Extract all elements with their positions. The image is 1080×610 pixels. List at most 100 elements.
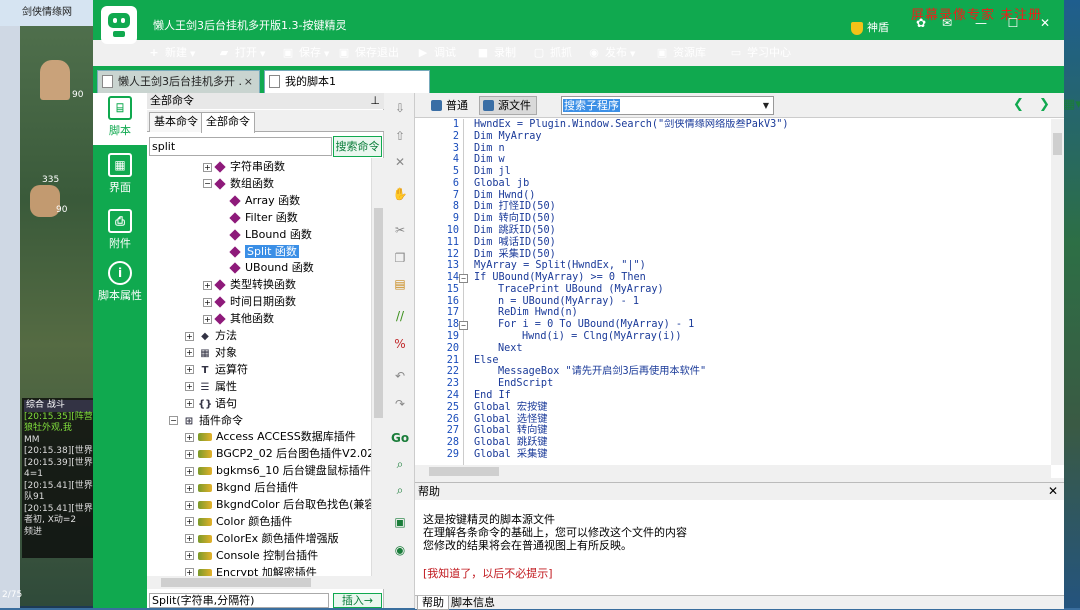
tree-node[interactable]: + BGCP2_02 后台图色插件V2.02[36 [185, 445, 371, 462]
nav-script-properties[interactable]: i 脚本属性 [93, 258, 147, 310]
tab-basic-commands[interactable]: 基本命令 [149, 112, 203, 132]
tree-node[interactable]: + 其他函数 [203, 310, 274, 327]
code-line[interactable]: MessageBox "请先开启剑3后再使用本软件" [498, 366, 706, 378]
arrow-up-icon[interactable]: ⇧ [391, 127, 409, 145]
code-line[interactable]: Dim w [474, 154, 505, 166]
close-tab-icon[interactable]: × [244, 71, 253, 92]
tree-node[interactable]: + ColorEx 颜色插件增强版 [185, 530, 339, 547]
tree-node[interactable]: + Console 控制台插件 [185, 547, 318, 564]
nav-script[interactable]: ⌸ 脚本 [93, 93, 147, 145]
code-line[interactable]: Global 采集键 [474, 449, 548, 461]
uncomment-icon[interactable]: % [391, 335, 409, 353]
scroll-thumb[interactable] [1053, 133, 1062, 155]
collapse-icon[interactable]: − [169, 416, 178, 425]
next-arrow-icon[interactable]: ❯ [1039, 97, 1050, 112]
code-line[interactable]: Dim 喊话ID(50) [474, 237, 556, 249]
code-line[interactable]: Global 选怪键 [474, 414, 548, 426]
shield-button[interactable]: 神盾 [851, 19, 889, 35]
subroutine-select[interactable]: 搜索子程序 ▼ [561, 96, 774, 115]
tree-node[interactable]: Split 函数 [229, 243, 299, 260]
expand-icon[interactable]: + [185, 551, 194, 561]
expand-icon[interactable]: + [203, 314, 212, 324]
tree-node[interactable]: LBound 函数 [229, 226, 312, 243]
code-line[interactable]: Next [498, 343, 523, 355]
editor-vertical-scrollbar[interactable] [1051, 119, 1064, 465]
expand-icon[interactable]: + [185, 432, 194, 442]
code-line[interactable]: Dim MyArray [474, 131, 541, 143]
dismiss-help-link[interactable]: [我知道了，以后不必提示] [423, 565, 553, 581]
code-line[interactable]: TracePrint UBound (MyArray) [498, 284, 664, 296]
tree-node[interactable]: Array 函数 [229, 192, 300, 209]
close-icon[interactable]: ✕ [1048, 483, 1058, 500]
minimize-button[interactable]: — [973, 16, 989, 30]
replace-icon[interactable]: ⌕ [391, 481, 409, 499]
search-command-button[interactable]: 搜索命令 [333, 136, 382, 157]
command-search-input[interactable]: split [149, 137, 332, 156]
goto-icon[interactable]: Go [391, 429, 409, 447]
undo-icon[interactable]: ↶ [391, 367, 409, 385]
fold-toggle-icon[interactable]: − [459, 320, 468, 330]
code-line[interactable]: ReDim Hwnd(n) [498, 307, 578, 319]
paste-icon[interactable]: ▤ [391, 275, 409, 293]
layout-icon[interactable]: ▦▾ [1063, 97, 1080, 112]
cut-icon[interactable]: ✂ [391, 221, 409, 239]
tree-node[interactable]: + ☰ 属性 [185, 378, 237, 395]
tree-node[interactable]: + 类型转换函数 [203, 276, 296, 293]
collapse-icon[interactable]: − [203, 179, 212, 189]
editor-horizontal-scrollbar[interactable] [415, 465, 1051, 478]
code-line[interactable]: n = UBound(MyArray) - 1 [498, 296, 639, 308]
tree-node[interactable]: + Bkgnd 后台插件 [185, 479, 298, 496]
arrow-down-icon[interactable]: ⇩ [391, 99, 409, 117]
prev-arrow-icon[interactable]: ❮ [1013, 97, 1024, 112]
tree-node[interactable]: − ⊞ 插件命令 [169, 412, 243, 429]
tree-node[interactable]: + ▦ 对象 [185, 344, 237, 361]
record-button[interactable]: ■ 录制 [476, 42, 516, 64]
publish-button[interactable]: ◉ 发布 ▼ [587, 42, 635, 64]
new-button[interactable]: + 新建 ▼ [147, 42, 195, 64]
expand-icon[interactable]: + [185, 500, 194, 510]
pin-icon[interactable]: ⊥ [370, 93, 380, 109]
scroll-thumb[interactable] [161, 578, 311, 587]
code-line[interactable]: Hwnd(i) = Clng(MyArray(i)) [522, 331, 681, 343]
comment-icon[interactable]: // [391, 307, 409, 325]
expand-icon[interactable]: + [203, 162, 212, 172]
code-line[interactable]: Dim Hwnd() [474, 190, 535, 202]
code-line[interactable]: Dim 打怪ID(50) [474, 201, 556, 213]
code-line[interactable]: Global 转向键 [474, 425, 548, 437]
tree-horizontal-scrollbar[interactable] [147, 576, 384, 589]
code-line[interactable]: Dim n [474, 143, 505, 155]
tree-node[interactable]: + 字符串函数 [203, 158, 285, 175]
expand-icon[interactable]: + [185, 382, 194, 392]
view-icon[interactable]: ▣ [391, 513, 409, 531]
code-line[interactable]: Global 宏按键 [474, 402, 548, 414]
code-line[interactable]: For i = 0 To UBound(MyArray) - 1 [498, 319, 694, 331]
tree-vertical-scrollbar[interactable] [371, 158, 384, 576]
tree-node[interactable]: + Color 颜色插件 [185, 513, 292, 530]
expand-icon[interactable]: + [185, 331, 194, 341]
expand-icon[interactable]: + [185, 466, 194, 476]
code-line[interactable]: Dim 转向ID(50) [474, 213, 556, 225]
dropdown-arrow-icon[interactable]: ▼ [324, 50, 329, 58]
eye-icon[interactable]: ◉ [391, 541, 409, 559]
expand-icon[interactable]: + [203, 280, 212, 290]
nav-interface[interactable]: ▦ 界面 [93, 150, 147, 202]
tree-node[interactable]: + Access ACCESS数据库插件 [185, 428, 356, 445]
code-line[interactable]: MyArray = Split(HwndEx, "|") [474, 260, 646, 272]
tree-node[interactable]: + 时间日期函数 [203, 293, 296, 310]
debug-button[interactable]: ▶ 调试 [416, 42, 456, 64]
expand-icon[interactable]: + [185, 449, 194, 459]
code-line[interactable]: HwndEx = Plugin.Window.Search("剑侠情缘网络版叁P… [474, 119, 789, 131]
tree-node[interactable]: + {} 语句 [185, 395, 237, 412]
hand-icon[interactable]: ✋ [391, 185, 409, 203]
tab-script-doc[interactable]: 懒人王剑3后台挂机多开 . × [97, 70, 260, 93]
redo-icon[interactable]: ↷ [391, 395, 409, 413]
find-icon[interactable]: ⌕ [391, 455, 409, 473]
tree-node[interactable]: UBound 函数 [229, 259, 314, 276]
tree-node[interactable]: Filter 函数 [229, 209, 298, 226]
nav-attachment[interactable]: ⎙ 附件 [93, 206, 147, 258]
code-line[interactable]: Dim jl [474, 166, 511, 178]
tree-node[interactable]: + bgkms6_10 后台键盘鼠标插件V6 [185, 462, 371, 479]
capture-button[interactable]: ▢ 抓抓 [532, 42, 572, 64]
code-line[interactable]: If UBound(MyArray) >= 0 Then [474, 272, 646, 284]
settings-gear-icon[interactable]: ✿ [913, 16, 929, 30]
